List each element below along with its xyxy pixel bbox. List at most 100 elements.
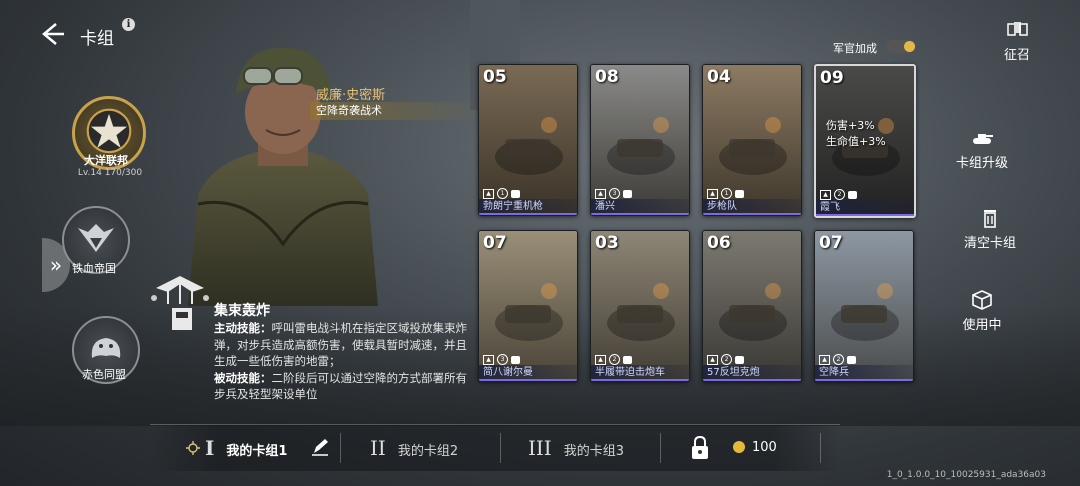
commander-tactic: 空降奇袭战术 <box>310 102 486 120</box>
rarity-bar <box>816 214 914 216</box>
upgrade-deck-label: 卡组升级 <box>955 156 1008 171</box>
unit-type-icon: ▲ <box>707 188 718 199</box>
card-stats: ▲ 2 <box>820 189 857 200</box>
flag-icon <box>735 189 744 198</box>
version-text: 1_0_1.0.0_10_10025931_ada36a03 <box>886 470 1046 480</box>
deck-2-label: 我的卡组2 <box>397 444 459 459</box>
rarity-bar <box>479 379 577 381</box>
card-stat-value: 2 <box>834 189 845 200</box>
card-stats: ▲ 2 <box>595 354 632 365</box>
info-icon[interactable]: i <box>122 18 135 31</box>
clear-deck-button[interactable]: 清空卡组 <box>945 208 1035 251</box>
unit-type-icon: ▲ <box>819 354 830 365</box>
card-buff: 伤害+3% 生命值+3% <box>826 118 886 150</box>
unit-card[interactable]: 05 ▲ 1 勃朗宁重机枪 <box>478 64 578 216</box>
unit-card[interactable]: 09 ▲ 2 霞飞 伤害+3% 生命值+3% <box>814 64 916 218</box>
flag-icon <box>511 189 520 198</box>
damage-buff: 伤害+3% <box>826 119 875 132</box>
flag-icon <box>847 355 856 364</box>
rarity-bar <box>703 213 801 215</box>
deck-1-numeral: I <box>205 436 215 460</box>
tank-icon <box>973 134 993 144</box>
deck-1-label: 我的卡组1 <box>226 444 288 459</box>
card-stats: ▲ 2 <box>707 354 744 365</box>
flag-icon <box>848 190 857 199</box>
card-cost: 04 <box>707 67 731 87</box>
coin-icon <box>733 441 745 453</box>
rarity-bar <box>591 379 689 381</box>
card-stats: ▲ 3 <box>483 354 520 365</box>
card-cost: 09 <box>820 68 844 88</box>
recruit-button[interactable]: 征召 <box>990 20 1044 63</box>
rename-pen-icon[interactable] <box>310 437 330 457</box>
flag-icon <box>735 355 744 364</box>
unit-type-icon: ▲ <box>820 189 831 200</box>
card-stat-value: 3 <box>609 188 620 199</box>
cards-icon <box>1007 22 1028 36</box>
deck-2-numeral: II <box>370 436 386 460</box>
hp-buff: 生命值+3% <box>826 135 886 148</box>
flag-icon <box>623 189 632 198</box>
card-stat-value: 2 <box>721 354 732 365</box>
flag-icon <box>511 355 520 364</box>
unit-type-icon: ▲ <box>483 354 494 365</box>
card-stats: ▲ 1 <box>483 188 520 199</box>
player-level: Lv.14 170/300 <box>77 168 143 178</box>
card-cost: 08 <box>595 67 619 87</box>
faction-label-oceanic: 大洋联邦 <box>84 154 128 167</box>
page-title: 卡组 <box>80 29 114 49</box>
target-icon <box>186 441 200 455</box>
card-stat-value: 1 <box>497 188 508 199</box>
card-stat-value: 3 <box>497 354 508 365</box>
unit-type-icon: ▲ <box>595 188 606 199</box>
unit-card[interactable]: 07 ▲ 3 简八谢尔曼 <box>478 230 578 382</box>
commander-name: 威廉·史密斯 <box>316 88 386 103</box>
unlock-price: 100 <box>752 440 777 455</box>
tab-divider <box>340 433 341 463</box>
card-stat-value: 2 <box>833 354 844 365</box>
unit-card[interactable]: 04 ▲ 1 步枪队 <box>702 64 802 216</box>
card-cost: 07 <box>819 233 843 253</box>
active-skill-label: 主动技能： <box>214 321 272 335</box>
deck-tab-bar: I 我的卡组1 II 我的卡组2 III 我的卡组3 100 <box>150 424 840 471</box>
unit-card[interactable]: 03 ▲ 2 半履带迫击炮车 <box>590 230 690 382</box>
officer-bonus-label: 军官加成 <box>833 42 877 55</box>
officer-bonus-toggle[interactable] <box>886 40 916 53</box>
unit-card[interactable]: 07 ▲ 2 空降兵 <box>814 230 914 382</box>
tab-divider <box>820 433 821 463</box>
trash-icon <box>984 210 996 228</box>
card-cost: 05 <box>483 67 507 87</box>
tab-divider <box>660 433 661 463</box>
unit-card[interactable]: 06 ▲ 2 57反坦克炮 <box>702 230 802 382</box>
deck-3-label: 我的卡组3 <box>563 444 624 459</box>
unit-type-icon: ▲ <box>595 354 606 365</box>
skill-name: 集束轰炸 <box>214 303 270 319</box>
card-stats: ▲ 3 <box>595 188 632 199</box>
flag-icon <box>623 355 632 364</box>
rarity-bar <box>591 213 689 215</box>
rarity-bar <box>703 379 801 381</box>
faction-label-red: 赤色同盟 <box>82 368 126 381</box>
unit-type-icon: ▲ <box>707 354 718 365</box>
rarity-bar <box>815 379 913 381</box>
tab-deck-2[interactable]: II 我的卡组2 <box>370 425 458 471</box>
faction-label-iron: 铁血帝国 <box>72 262 116 275</box>
card-stat-value: 1 <box>721 188 732 199</box>
card-cost: 07 <box>483 233 507 253</box>
unit-type-icon: ▲ <box>483 188 494 199</box>
tab-deck-1[interactable]: I 我的卡组1 <box>205 425 287 471</box>
tab-deck-3[interactable]: III 我的卡组3 <box>528 425 624 471</box>
lock-icon[interactable] <box>690 435 710 461</box>
unit-card[interactable]: 08 ▲ 3 潘兴 <box>590 64 690 216</box>
card-stats: ▲ 1 <box>707 188 744 199</box>
back-arrow-icon[interactable] <box>38 20 66 48</box>
in-use-button[interactable]: 使用中 <box>937 290 1027 333</box>
passive-skill-label: 被动技能： <box>214 370 272 385</box>
upgrade-deck-button[interactable]: 卡组升级 <box>937 128 1027 171</box>
rarity-bar <box>479 213 577 215</box>
deck-3-numeral: III <box>528 436 552 460</box>
clear-deck-label: 清空卡组 <box>963 236 1016 251</box>
skill-description: 主动技能：呼叫雷电战斗机在指定区域投放集束炸弹，对步兵造成高额伤害，使载具暂时减… <box>214 320 474 403</box>
recruit-label: 征召 <box>1003 48 1030 63</box>
cluster-bomb-icon <box>151 276 209 330</box>
